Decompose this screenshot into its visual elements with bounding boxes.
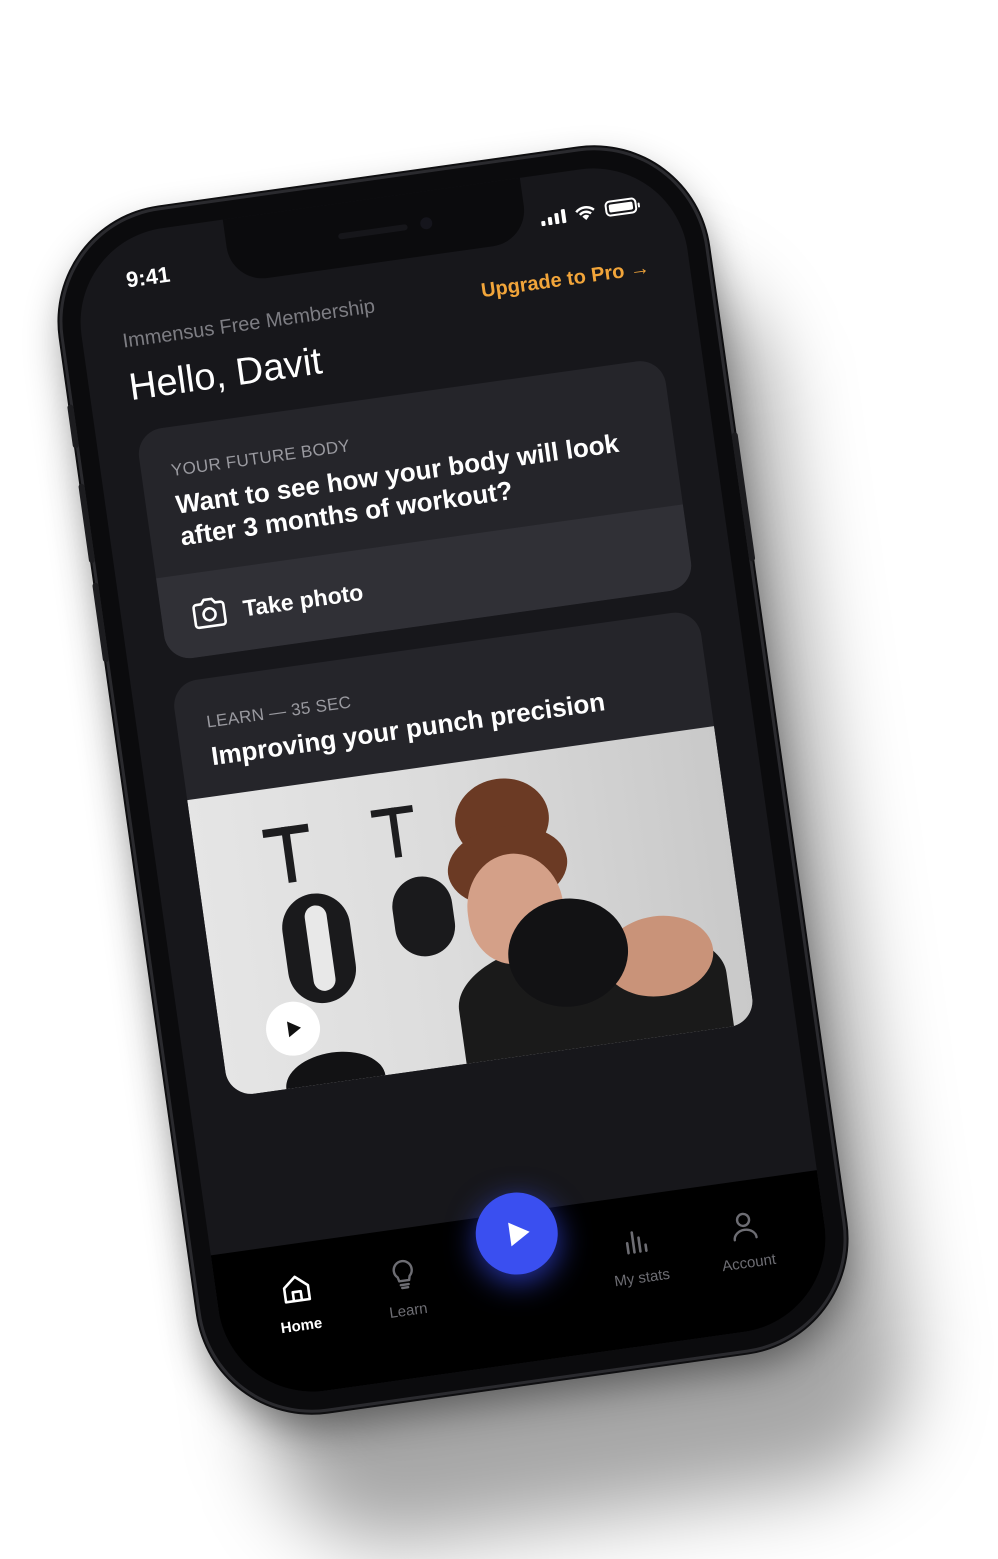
stats-icon	[625, 1231, 648, 1255]
play-icon	[286, 1021, 301, 1038]
front-camera	[419, 216, 434, 231]
center-action-wrap	[463, 1187, 577, 1282]
tab-learn[interactable]: Learn	[356, 1251, 454, 1326]
lightbulb-icon	[392, 1259, 413, 1290]
learn-card[interactable]: LEARN — 35 SEC Improving your punch prec…	[170, 609, 756, 1098]
future-body-card: YOUR FUTURE BODY Want to see how your bo…	[135, 357, 695, 662]
wifi-icon	[575, 205, 595, 220]
wall-hook	[388, 807, 403, 858]
start-workout-button[interactable]	[470, 1187, 564, 1280]
punching-bag	[388, 872, 459, 961]
tab-account[interactable]: Account	[697, 1203, 795, 1278]
signal-icon	[540, 207, 567, 227]
user-icon	[733, 1212, 758, 1242]
tab-home-label: Home	[279, 1314, 324, 1338]
speaker-grille	[337, 223, 409, 240]
status-time: 9:41	[124, 261, 172, 293]
tab-home[interactable]: Home	[249, 1266, 347, 1341]
play-icon	[508, 1222, 530, 1247]
notch	[222, 177, 529, 283]
tab-learn-label: Learn	[388, 1299, 429, 1322]
tab-my-stats[interactable]: My stats	[590, 1218, 688, 1293]
mute-switch	[67, 404, 80, 449]
take-photo-label: Take photo	[241, 578, 365, 621]
tab-my-stats-label: My stats	[613, 1265, 671, 1291]
camera-icon	[192, 597, 227, 630]
home-content: Immensus Free Membership Upgrade to Pro …	[121, 257, 756, 1098]
volume-down-button	[92, 582, 110, 663]
status-icons	[539, 196, 638, 227]
home-icon	[282, 1275, 312, 1304]
volume-up-button	[78, 483, 96, 564]
video-play-button[interactable]	[262, 998, 324, 1060]
tab-account-label: Account	[721, 1250, 778, 1276]
wall-hook	[280, 826, 297, 883]
battery-icon	[603, 196, 638, 218]
